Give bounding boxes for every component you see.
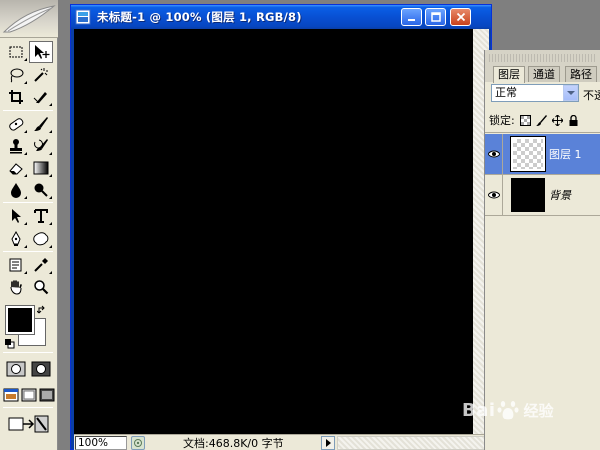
image-canvas[interactable] (74, 29, 473, 434)
status-menu-arrow-icon[interactable] (321, 435, 335, 450)
layer-thumbnail-transparent (510, 136, 546, 172)
magic-wand-tool[interactable] (29, 64, 53, 86)
minimize-icon (407, 19, 415, 21)
eraser-tool[interactable] (4, 157, 28, 179)
feather-logo-icon (2, 5, 56, 33)
tab-channels[interactable]: 通道 (528, 66, 560, 82)
layers-palette: 图层 通道 路径 正常 不透 锁定: 图层 1 背景 (484, 50, 600, 450)
slice-tool[interactable] (29, 86, 53, 108)
blend-mode-dropdown-button[interactable] (563, 85, 578, 101)
lock-image-brush-icon[interactable] (535, 114, 547, 126)
rect-marquee-tool[interactable] (4, 41, 28, 63)
layer-row-background[interactable]: 背景 (485, 175, 600, 215)
default-colors-icon[interactable] (5, 339, 15, 349)
foreground-color-swatch[interactable] (5, 305, 35, 335)
minimize-button[interactable] (401, 8, 422, 26)
history-brush-tool[interactable] (29, 135, 53, 157)
watermark-text-jingyan: 经验 (523, 401, 554, 420)
eye-icon (487, 150, 500, 158)
layer-thumbnail-black (511, 178, 545, 212)
layer-visibility-toggle[interactable] (485, 175, 503, 215)
type-tool[interactable] (29, 205, 53, 227)
close-icon (456, 12, 465, 22)
watermark-text-bai: Bai (462, 399, 496, 421)
zoom-level-field[interactable]: 100% (75, 435, 127, 450)
palette-drag-handle[interactable] (489, 54, 597, 62)
toolbox-header (0, 0, 58, 38)
preview-icon[interactable] (131, 435, 145, 450)
full-screen-menu-mode-button[interactable] (20, 384, 38, 406)
pen-tool[interactable] (4, 228, 28, 250)
eye-icon (487, 191, 500, 199)
move-tool[interactable] (29, 41, 53, 63)
quick-mask-button[interactable] (29, 358, 53, 380)
notes-tool[interactable] (4, 254, 28, 276)
document-size-info: 文档:468.8K/0 字节 (183, 436, 284, 450)
maximize-icon (430, 12, 441, 22)
full-screen-mode-button[interactable] (38, 384, 56, 406)
standard-screen-mode-button[interactable] (2, 384, 20, 406)
document-status-bar: 100% 文档:468.8K/0 字节 (74, 434, 489, 450)
toolbox (0, 0, 58, 450)
standard-mode-button[interactable] (4, 358, 28, 380)
lock-row: 锁定: (489, 112, 599, 128)
blur-tool[interactable] (4, 179, 28, 201)
swap-colors-icon[interactable] (36, 305, 47, 315)
paw-logo-icon (497, 401, 519, 420)
document-title: 未标题-1 @ 100% (图层 1, RGB/8) (97, 10, 302, 24)
lock-position-icon[interactable] (551, 114, 563, 126)
layer-name: 图层 1 (549, 148, 582, 161)
jump-to-imageready-button[interactable] (4, 412, 52, 436)
brush-tool[interactable] (29, 113, 53, 135)
baidu-jingyan-watermark: Bai 经验 (462, 394, 598, 426)
close-button[interactable] (450, 8, 471, 26)
healing-brush-tool[interactable] (4, 113, 28, 135)
document-window: 未标题-1 @ 100% (图层 1, RGB/8) 100% 文档:468.8… (70, 4, 492, 450)
dodge-tool[interactable] (29, 179, 53, 201)
chevron-down-icon (566, 91, 575, 95)
tab-paths[interactable]: 路径 (565, 66, 597, 82)
photoshop-document-icon (75, 9, 91, 25)
lock-all-icon[interactable] (568, 114, 579, 126)
layer-row-layer-1[interactable]: 图层 1 (485, 134, 600, 174)
path-selection-tool[interactable] (4, 205, 28, 227)
crop-tool[interactable] (4, 86, 28, 108)
eyedropper-tool[interactable] (29, 254, 53, 276)
gradient-tool[interactable] (29, 157, 53, 179)
horizontal-scrollbar[interactable] (337, 435, 489, 450)
lasso-tool[interactable] (4, 64, 28, 86)
opacity-label: 不透 (583, 89, 600, 102)
custom-shape-tool[interactable] (29, 228, 53, 250)
lock-label: 锁定: (489, 114, 515, 127)
maximize-button[interactable] (425, 8, 446, 26)
layer-visibility-toggle[interactable] (485, 134, 503, 174)
tab-layers[interactable]: 图层 (493, 66, 525, 83)
lock-transparent-icon[interactable] (519, 114, 531, 126)
clone-stamp-tool[interactable] (4, 135, 28, 157)
zoom-tool[interactable] (29, 276, 53, 298)
layer-name: 背景 (549, 189, 571, 202)
hand-tool[interactable] (4, 276, 28, 298)
